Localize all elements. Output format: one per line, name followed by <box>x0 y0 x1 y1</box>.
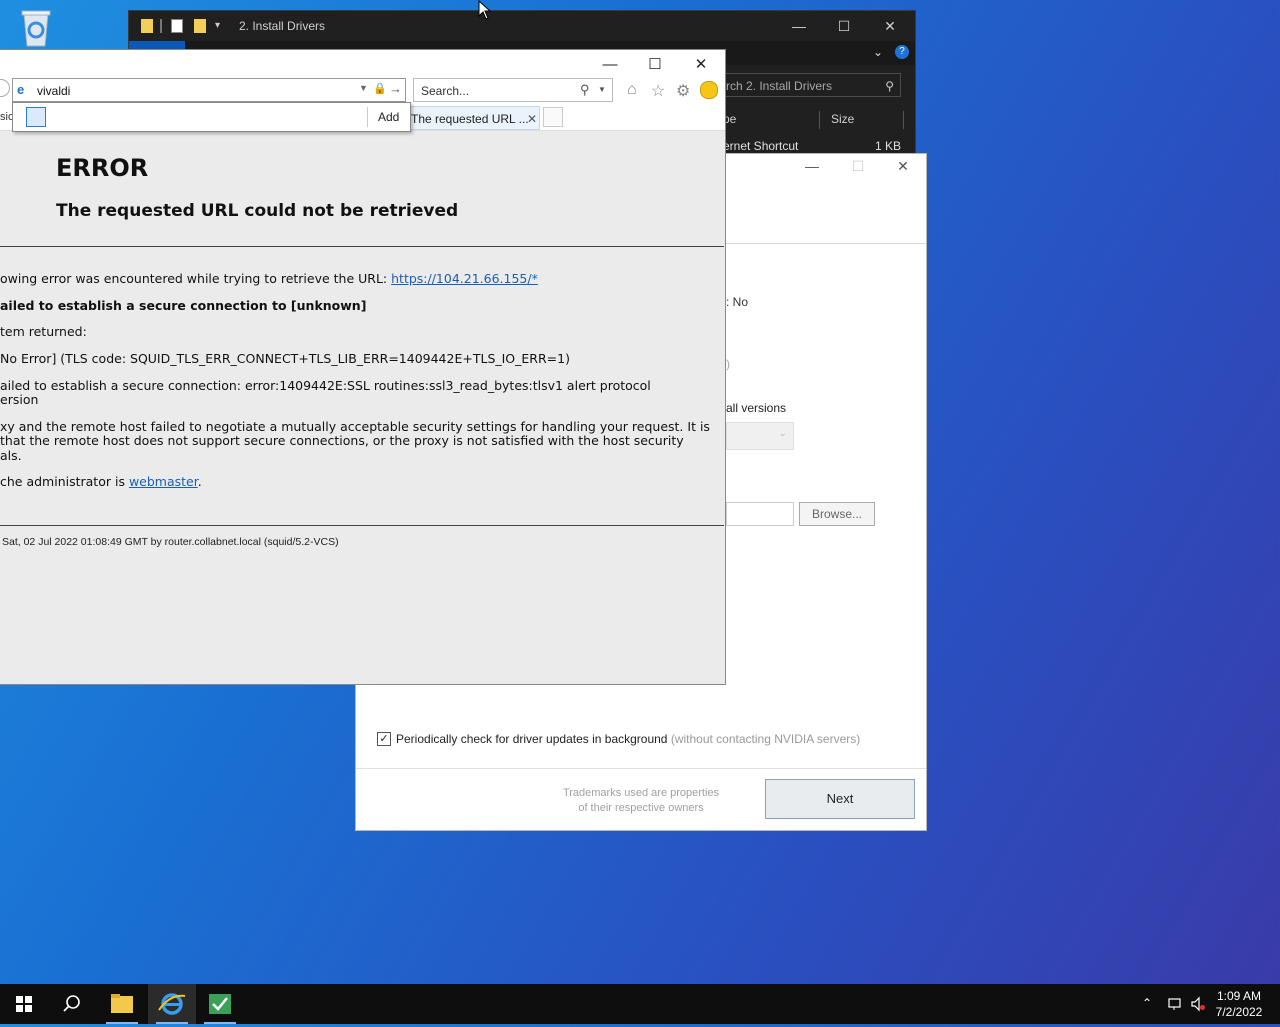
search-icon[interactable]: ⚲ <box>580 82 590 98</box>
customize-toolbar-icon[interactable]: ▾ <box>215 19 223 33</box>
folder-icon <box>111 994 133 1013</box>
column-divider <box>903 111 904 129</box>
properties-icon[interactable] <box>171 19 183 33</box>
webmaster-link[interactable]: webmaster <box>129 474 198 489</box>
ie-logo-icon <box>158 993 186 1015</box>
file-size-cell: 1 KB <box>875 139 902 153</box>
error-detail: ersion <box>0 392 39 407</box>
new-tab-button[interactable] <box>543 107 563 127</box>
status-label: : No <box>726 295 749 309</box>
clock-date: 7/2/2022 <box>1215 1005 1263 1019</box>
error-reason: ailed to establish a secure connection t… <box>0 298 367 313</box>
trademark-notice: Trademarks used are properties of their … <box>562 787 720 814</box>
update-checkbox[interactable]: ✓ <box>377 732 391 746</box>
error-footer: Sat, 02 Jul 2022 01:08:49 GMT by router.… <box>2 536 339 548</box>
help-icon[interactable]: ? <box>895 45 909 59</box>
search-icon: ⚲ <box>885 79 894 93</box>
version-dropdown[interactable]: ⌄ <box>726 422 794 450</box>
file-type-cell: ernet Shortcut <box>723 139 799 153</box>
close-button[interactable]: ✕ <box>880 17 900 35</box>
address-input[interactable]: vivaldi <box>37 84 70 98</box>
clock-time: 1:09 AM <box>1216 989 1262 1003</box>
search-icon <box>63 995 80 1012</box>
divider <box>356 768 926 769</box>
divider <box>0 525 724 526</box>
address-bar[interactable]: e vivaldi ▼ 🔒 → <box>12 78 406 102</box>
next-button[interactable]: Next <box>765 779 915 819</box>
divider <box>367 107 368 127</box>
column-divider <box>819 111 820 129</box>
dropdown-arrow-icon[interactable]: ▼ <box>359 83 368 93</box>
error-paragraph: tem returned: <box>0 324 87 339</box>
search-input[interactable]: Search... ⚲ ▼ <box>413 78 613 102</box>
ie-logo-icon: e <box>17 82 25 97</box>
maximize-button: ☐ <box>851 158 865 174</box>
show-hidden-icons-chevron-icon[interactable]: ⌃ <box>1142 996 1158 1012</box>
column-header-size[interactable]: Size <box>831 107 854 131</box>
chevron-down-icon[interactable]: ⌄ <box>873 45 883 59</box>
error-code: No Error] (TLS code: SQUID_TLS_ERR_CONNE… <box>0 351 570 366</box>
error-detail: ailed to establish a secure connection: … <box>0 378 651 393</box>
start-button[interactable] <box>0 984 48 1024</box>
network-icon[interactable] <box>1167 996 1183 1012</box>
minimize-button[interactable]: — <box>802 158 822 176</box>
gear-icon[interactable]: ⚙ <box>676 81 694 100</box>
error-paragraph: owing error was encountered while trying… <box>0 271 538 286</box>
back-button[interactable] <box>0 79 10 97</box>
explorer-titlebar[interactable]: ▾ 2. Install Drivers — ☐ ✕ <box>129 11 915 41</box>
path-input[interactable] <box>726 502 794 526</box>
search-input[interactable]: rch 2. Install Drivers ⚲ <box>719 73 901 97</box>
installer-taskbar-button[interactable] <box>196 984 244 1024</box>
address-suggestions-dropdown: Add <box>12 102 411 132</box>
minimize-button[interactable]: — <box>598 54 622 76</box>
maximize-button[interactable]: ☐ <box>834 17 854 35</box>
browse-button[interactable]: Browse... <box>799 502 875 526</box>
close-button[interactable]: ✕ <box>689 54 713 76</box>
search-button[interactable] <box>48 984 96 1024</box>
file-explorer-taskbar-button[interactable] <box>98 984 146 1024</box>
folder-icon <box>141 19 153 33</box>
error-url-link[interactable]: https://104.21.66.155/* <box>391 271 538 286</box>
minimize-button[interactable]: — <box>789 17 809 35</box>
internet-explorer-taskbar-button[interactable] <box>148 984 196 1024</box>
recycle-bin-icon[interactable] <box>14 8 58 48</box>
error-title: ERROR <box>56 154 149 182</box>
tab-requested-url[interactable]: The requested URL ... ✕ <box>408 106 540 130</box>
home-icon[interactable]: ⌂ <box>627 81 645 99</box>
checkbox-label: Periodically check for driver updates in… <box>396 732 861 746</box>
error-subtitle: The requested URL could not be retrieved <box>56 201 459 221</box>
close-button[interactable]: ✕ <box>893 158 913 176</box>
error-explanation: that the remote host does not support se… <box>0 433 684 448</box>
ie-titlebar[interactable]: — ☐ ✕ <box>0 50 725 78</box>
chevron-down-icon: ⌄ <box>778 428 787 439</box>
smiley-feedback-icon[interactable] <box>700 81 718 99</box>
separator <box>160 19 162 33</box>
internet-explorer-window: — ☐ ✕ e vivaldi ▼ 🔒 → Search... ⚲ ▼ ⌂ ☆ … <box>0 49 726 685</box>
system-clock[interactable]: 1:09 AM 7/2/2022 <box>1204 988 1274 1020</box>
favorites-star-icon[interactable]: ☆ <box>651 81 669 100</box>
maximize-button[interactable]: ☐ <box>643 54 667 76</box>
error-explanation: als. <box>0 448 22 463</box>
lock-icon[interactable]: 🔒 <box>373 82 387 95</box>
versions-label: all versions <box>726 401 787 415</box>
windows-logo-icon <box>16 996 32 1012</box>
search-icon[interactable] <box>26 107 46 127</box>
add-button[interactable]: Add <box>378 110 399 124</box>
dropdown-arrow-icon[interactable]: ▼ <box>598 85 606 94</box>
close-tab-icon[interactable]: ✕ <box>527 112 537 126</box>
error-explanation: xy and the remote host failed to negotia… <box>0 419 710 434</box>
mouse-cursor-icon <box>478 0 494 20</box>
window-title: 2. Install Drivers <box>239 19 326 33</box>
info-label: ) <box>726 357 730 371</box>
admin-contact: che administrator is webmaster. <box>0 474 202 489</box>
taskbar: ⌃ 1:09 AM 7/2/2022 <box>0 984 1280 1024</box>
go-arrow-icon[interactable]: → <box>389 81 402 96</box>
divider <box>0 246 724 247</box>
installer-icon <box>209 994 231 1014</box>
new-folder-icon[interactable] <box>194 19 206 33</box>
